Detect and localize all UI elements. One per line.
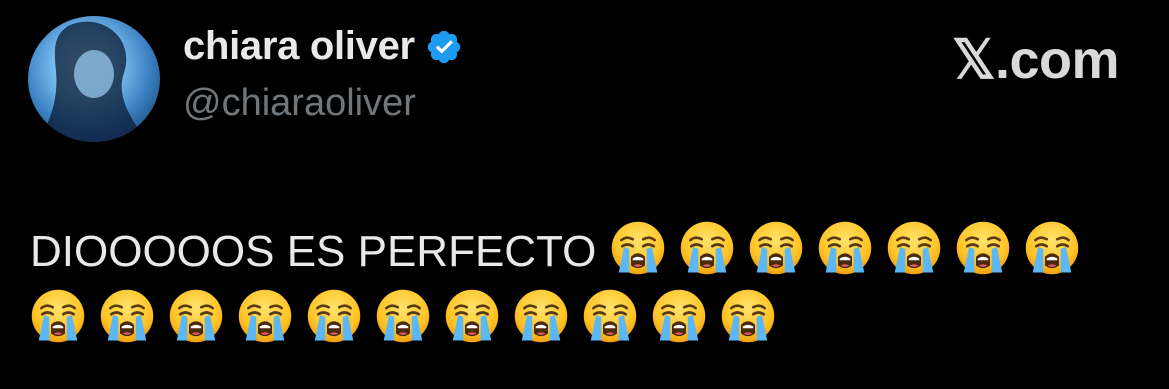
emoji-row-2: [30, 286, 1130, 354]
loudly-crying-face-icon: [720, 288, 776, 344]
user-handle[interactable]: @chiaraoliver: [183, 82, 416, 125]
emoji-row-1: [596, 221, 1093, 276]
verified-badge-icon: [425, 28, 463, 66]
loudly-crying-face-icon: [99, 288, 155, 344]
tweet-body-text: DIOOOOOS ES PERFECTO: [30, 227, 597, 276]
avatar-image: [38, 21, 148, 142]
loudly-crying-face-icon: [30, 288, 86, 344]
loudly-crying-face-icon: [886, 220, 942, 276]
loudly-crying-face-icon: [375, 288, 431, 344]
loudly-crying-face-icon: [651, 288, 707, 344]
loudly-crying-face-icon: [306, 288, 362, 344]
tweet-text: DIOOOOOS ES PERFECTO: [30, 218, 1130, 354]
loudly-crying-face-icon: [1024, 220, 1080, 276]
loudly-crying-face-icon: [610, 220, 666, 276]
loudly-crying-face-icon: [955, 220, 1011, 276]
author-name-row: chiara oliver: [183, 24, 463, 69]
loudly-crying-face-icon: [513, 288, 569, 344]
loudly-crying-face-icon: [582, 288, 638, 344]
loudly-crying-face-icon: [817, 220, 873, 276]
loudly-crying-face-icon: [444, 288, 500, 344]
profile-avatar[interactable]: [28, 16, 160, 142]
loudly-crying-face-icon: [168, 288, 224, 344]
loudly-crying-face-icon: [237, 288, 293, 344]
loudly-crying-face-icon: [679, 220, 735, 276]
display-name[interactable]: chiara oliver: [183, 24, 415, 69]
x-com-logo: 𝕏.com: [951, 30, 1120, 90]
loudly-crying-face-icon: [748, 220, 804, 276]
